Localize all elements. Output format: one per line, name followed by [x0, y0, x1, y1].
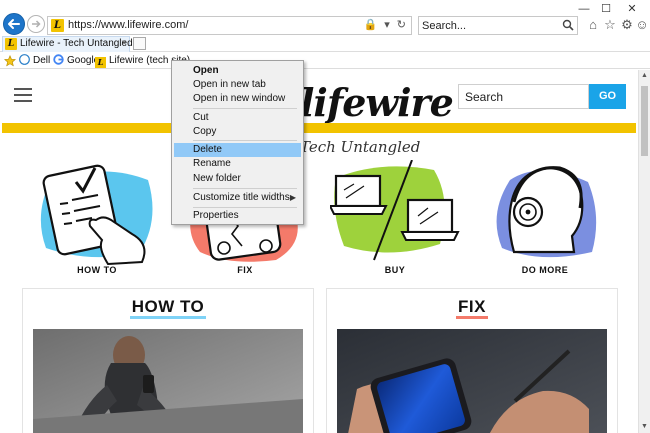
category-do-more[interactable] [480, 160, 610, 275]
scrollbar-thumb[interactable] [641, 86, 648, 156]
card-how-to-title[interactable]: HOW TO [23, 297, 313, 319]
address-bar-row: L https://www.lifewire.com/ 🔒 ▾ ↻ — ☐ ✕ … [0, 0, 650, 36]
hand-with-phone-stylus-image [337, 329, 607, 433]
home-icon[interactable]: ⌂ [585, 17, 601, 33]
settings-gear-icon[interactable]: ⚙ [619, 17, 635, 33]
page-content: lifewire Tech Untangled GO HOW TO [0, 70, 638, 433]
close-window-button[interactable]: ✕ [622, 2, 642, 16]
add-favorite-star-icon[interactable] [4, 55, 16, 67]
back-button[interactable] [3, 13, 25, 35]
brand-stripe [2, 123, 636, 133]
site-logo[interactable]: lifewire [300, 80, 454, 125]
category-do-more-label[interactable]: DO MORE [480, 265, 610, 275]
close-tab-icon[interactable]: × [121, 38, 127, 49]
category-how-to[interactable] [32, 160, 162, 275]
menu-item-open[interactable]: Open [174, 64, 301, 78]
search-icon[interactable] [562, 19, 574, 31]
favorite-dell-label: Dell [33, 55, 51, 66]
google-icon [53, 54, 64, 65]
category-fix-label[interactable]: FIX [180, 265, 310, 275]
phone-stylus-photo[interactable] [337, 329, 607, 433]
menu-item-cut[interactable]: Cut [174, 111, 301, 125]
maximize-button[interactable]: ☐ [596, 2, 616, 16]
tab-favicon: L [5, 38, 17, 50]
runner-tying-shoe-image [33, 329, 303, 433]
tab-lifewire[interactable]: L Lifewire - Tech Untangled × [2, 36, 133, 52]
new-tab-button[interactable] [133, 37, 146, 50]
lifewire-favicon: L [51, 19, 64, 32]
favorites-star-icon[interactable]: ☆ [602, 17, 618, 33]
browser-search-input[interactable] [422, 18, 552, 33]
submenu-arrow-icon: ▶ [289, 193, 296, 202]
card-fix[interactable]: FIX [326, 288, 618, 433]
card-fix-title[interactable]: FIX [327, 297, 617, 319]
menu-separator [193, 140, 297, 141]
scroll-up-arrow-icon[interactable]: ▲ [639, 70, 650, 82]
menu-item-delete[interactable]: Delete [174, 143, 301, 157]
checklist-tablet-icon [40, 164, 153, 265]
site-tagline: Tech Untangled [300, 138, 421, 156]
browser-window: L https://www.lifewire.com/ 🔒 ▾ ↻ — ☐ ✕ … [0, 0, 650, 433]
menu-item-open-new-window[interactable]: Open in new window [174, 92, 301, 106]
category-how-to-label[interactable]: HOW TO [32, 265, 162, 275]
favorite-dell[interactable]: Dell [19, 54, 50, 68]
menu-separator [193, 188, 297, 189]
tab-title: Lifewire - Tech Untangled [20, 38, 133, 49]
forward-button[interactable] [27, 15, 45, 33]
card-how-to[interactable]: HOW TO [22, 288, 314, 433]
back-arrow-icon [8, 19, 20, 29]
menu-item-properties[interactable]: Properties [174, 209, 301, 223]
browser-search-box[interactable] [418, 16, 578, 35]
menu-item-open-new-tab[interactable]: Open in new tab [174, 78, 301, 92]
url-text[interactable]: https://www.lifewire.com/ [68, 19, 188, 31]
category-buy-label[interactable]: BUY [330, 265, 460, 275]
minimize-button[interactable]: — [574, 2, 594, 16]
smiley-feedback-icon[interactable]: ☺ [634, 17, 650, 33]
favorites-bar: Dell Google L Lifewire (tech site) [0, 53, 650, 69]
site-search-input[interactable] [465, 89, 583, 105]
menu-item-new-folder[interactable]: New folder [174, 172, 301, 186]
vertical-scrollbar[interactable]: ▲ ▼ [638, 70, 650, 433]
favorite-google[interactable]: Google [53, 54, 99, 68]
menu-item-customize-title-widths[interactable]: Customize title widths ▶ [174, 191, 301, 205]
forward-arrow-icon [32, 20, 41, 28]
runner-photo[interactable] [33, 329, 303, 433]
menu-separator [193, 207, 297, 208]
lifewire-icon: L [95, 57, 106, 68]
menu-item-copy[interactable]: Copy [174, 125, 301, 139]
laptops-icon [330, 160, 460, 261]
menu-item-customize-label: Customize title widths [193, 192, 290, 203]
url-field[interactable]: L https://www.lifewire.com/ 🔒 ▾ ↻ [47, 16, 412, 35]
dell-icon [19, 54, 30, 65]
menu-hamburger-icon[interactable] [14, 88, 32, 102]
headphones-person-icon [496, 166, 597, 258]
site-search-box[interactable] [458, 84, 589, 109]
scroll-down-arrow-icon[interactable]: ▼ [639, 421, 650, 433]
menu-item-rename[interactable]: Rename [174, 157, 301, 171]
category-buy[interactable] [330, 160, 460, 275]
menu-separator [193, 108, 297, 109]
tab-strip: L Lifewire - Tech Untangled × [0, 36, 650, 52]
url-actions-icons[interactable]: 🔒 ▾ ↻ [363, 18, 408, 31]
go-button[interactable]: GO [589, 84, 626, 109]
context-menu: Open Open in new tab Open in new window … [171, 60, 304, 225]
